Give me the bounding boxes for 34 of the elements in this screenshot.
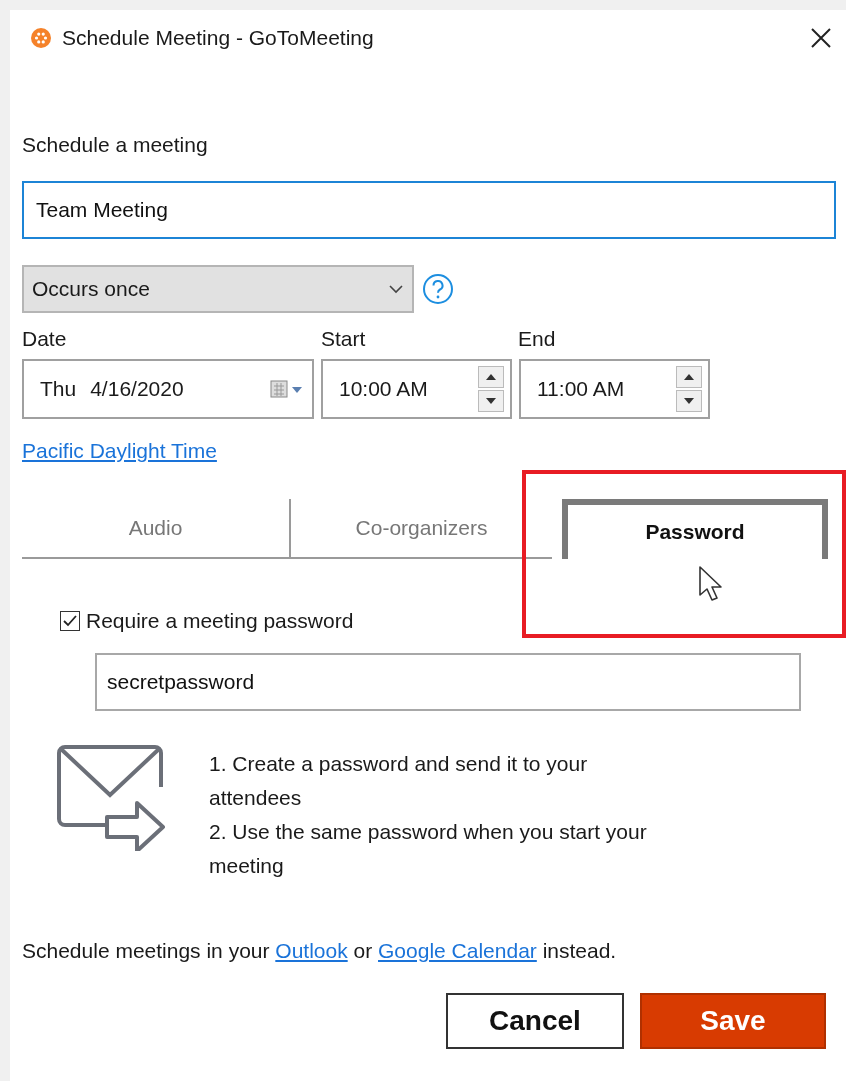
down-arrow-icon [486, 398, 496, 404]
down-arrow-icon [684, 398, 694, 404]
window-title: Schedule Meeting - GoToMeeting [62, 25, 375, 50]
app-logo-icon [30, 26, 52, 49]
date-picker[interactable]: Thu 4/16/2020 [22, 359, 314, 419]
chevron-down-icon [388, 284, 404, 294]
help-icon[interactable] [422, 273, 454, 305]
instruction-text: 1. Create a password and send it to your attendees [209, 751, 589, 811]
calendar-link[interactable]: Outlook [275, 939, 348, 962]
checkmark-icon [63, 615, 77, 627]
up-arrow-icon [684, 374, 694, 380]
cancel-button[interactable]: Cancel [446, 993, 624, 1049]
instruction-text: 2. Use the same password when you start your meeting [209, 819, 648, 879]
calendar-link[interactable]: Google Calendar [378, 939, 537, 962]
increment-button[interactable] [676, 366, 702, 388]
tab[interactable]: Password [562, 499, 828, 559]
increment-button[interactable] [478, 366, 504, 388]
alternatives-text: Schedule meetings in your Outlook or Google Calendar instead. [22, 939, 618, 963]
recurrence-dropdown[interactable]: Occurs once [22, 265, 414, 313]
save-button[interactable]: Save [640, 993, 826, 1049]
decrement-button[interactable] [478, 390, 504, 412]
password-field[interactable]: secretpassword [95, 653, 801, 711]
start-label: Start [321, 327, 367, 351]
timezone-link[interactable]: Pacific Daylight Time [22, 439, 217, 463]
section-heading: Schedule a meeting [22, 133, 209, 157]
end-label: End [518, 327, 557, 351]
date-label: Date [22, 327, 68, 351]
meeting-name-field[interactable]: Team Meeting [22, 181, 836, 239]
time-field[interactable]: 11:00 AM [519, 359, 710, 419]
decrement-button[interactable] [676, 390, 702, 412]
envelope-arrow-icon [57, 745, 167, 851]
up-arrow-icon [486, 374, 496, 380]
time-field[interactable]: 10:00 AM [321, 359, 512, 419]
require-password-checkbox[interactable]: Require a meeting password [60, 609, 836, 633]
